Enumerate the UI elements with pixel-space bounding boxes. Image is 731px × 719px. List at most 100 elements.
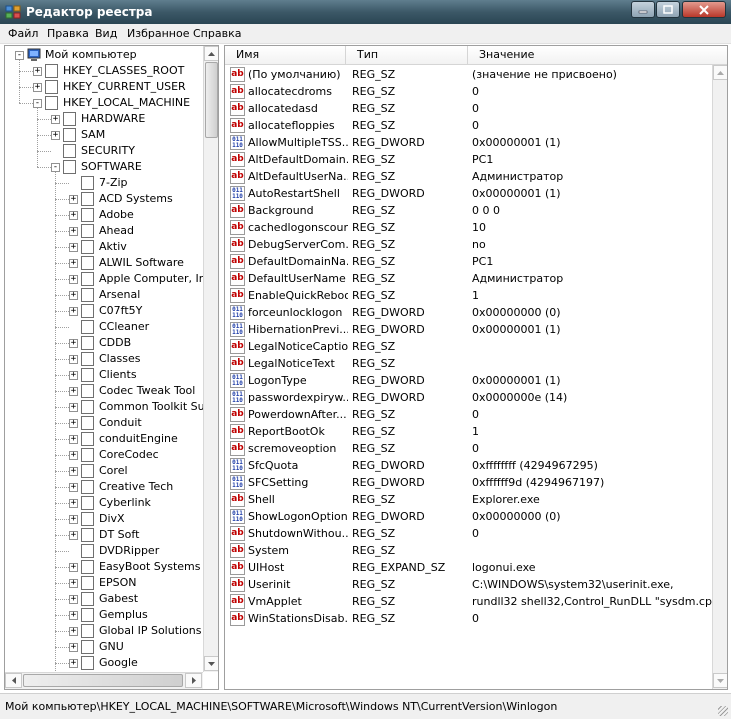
expand-icon[interactable]: + xyxy=(69,483,78,492)
value-row[interactable]: ab allocatedasd REG_SZ 0 xyxy=(225,100,715,117)
expand-icon[interactable]: + xyxy=(69,499,78,508)
expand-icon[interactable]: + xyxy=(33,83,42,92)
expand-icon[interactable]: + xyxy=(51,115,60,124)
resize-grip-icon[interactable] xyxy=(718,706,728,716)
expand-icon[interactable]: + xyxy=(69,275,78,284)
tree-item[interactable]: + CoreCodec xyxy=(5,447,203,463)
values-scroll-up-button[interactable] xyxy=(713,65,727,80)
tree-item[interactable]: - HKEY_LOCAL_MACHINE xyxy=(5,95,203,111)
tree-item[interactable]: - Мой компьютер xyxy=(5,47,203,63)
value-row[interactable]: ab Background REG_SZ 0 0 0 xyxy=(225,202,715,219)
expand-icon[interactable]: + xyxy=(69,659,78,668)
tree-item[interactable]: + Google xyxy=(5,655,203,671)
tree-item[interactable]: CCleaner xyxy=(5,319,203,335)
tree-item[interactable]: DVDRipper xyxy=(5,543,203,559)
tree-hscroll-thumb[interactable] xyxy=(23,674,183,687)
tree-item[interactable]: + ALWIL Software xyxy=(5,255,203,271)
value-row[interactable]: ab AltDefaultDomain... REG_SZ PC1 xyxy=(225,151,715,168)
tree-item[interactable]: + Cyberlink xyxy=(5,495,203,511)
values-vertical-scrollbar[interactable] xyxy=(712,65,727,689)
value-row[interactable]: ab allocatecdroms REG_SZ 0 xyxy=(225,83,715,100)
value-row[interactable]: ab scremoveoption REG_SZ 0 xyxy=(225,440,715,457)
value-row[interactable]: 011 110 ShowLogonOptions REG_DWORD 0x000000… xyxy=(225,508,715,525)
value-row[interactable]: ab AltDefaultUserNa... REG_SZ Администратор xyxy=(225,168,715,185)
tree-scroll-up-button[interactable] xyxy=(204,46,218,61)
tree-scroll-left-button[interactable] xyxy=(5,673,22,688)
collapse-icon[interactable]: - xyxy=(15,51,24,60)
expand-icon[interactable]: + xyxy=(69,307,78,316)
value-row[interactable]: ab DefaultDomainNa... REG_SZ PC1 xyxy=(225,253,715,270)
expand-icon[interactable]: + xyxy=(69,595,78,604)
title-bar[interactable]: Редактор реестра xyxy=(0,0,731,24)
value-row[interactable]: ab System REG_SZ xyxy=(225,542,715,559)
tree-scroll-down-button[interactable] xyxy=(204,656,218,671)
tree-item[interactable]: + Classes xyxy=(5,351,203,367)
column-header-data[interactable]: Значение xyxy=(468,46,727,65)
tree-item[interactable]: + Corel xyxy=(5,463,203,479)
tree-item[interactable]: + EPSON xyxy=(5,575,203,591)
tree-item[interactable]: + Ahead xyxy=(5,223,203,239)
values-scroll-down-button[interactable] xyxy=(713,673,727,688)
value-row[interactable]: ab DebugServerCom... REG_SZ no xyxy=(225,236,715,253)
tree-item[interactable]: + CDDB xyxy=(5,335,203,351)
tree-item[interactable]: + Codec Tweak Tool xyxy=(5,383,203,399)
value-row[interactable]: ab allocatefloppies REG_SZ 0 xyxy=(225,117,715,134)
tree-item[interactable]: + DivX xyxy=(5,511,203,527)
expand-icon[interactable]: + xyxy=(69,579,78,588)
tree-item[interactable]: + Gemplus xyxy=(5,607,203,623)
tree-item[interactable]: + Conduit xyxy=(5,415,203,431)
expand-icon[interactable]: + xyxy=(69,515,78,524)
tree-item[interactable]: + Adobe xyxy=(5,207,203,223)
value-row[interactable]: 011 110 passwordexpiryw... REG_DWORD 0x0000… xyxy=(225,389,715,406)
tree-item[interactable]: + Global IP Solutions xyxy=(5,623,203,639)
tree-vertical-scrollbar[interactable] xyxy=(203,46,218,672)
expand-icon[interactable]: + xyxy=(69,611,78,620)
expand-icon[interactable]: + xyxy=(69,467,78,476)
tree-item[interactable]: + Arsenal xyxy=(5,287,203,303)
tree-scroll-thumb[interactable] xyxy=(205,62,218,138)
menu-edit[interactable]: Правка xyxy=(45,26,91,41)
expand-icon[interactable]: + xyxy=(69,563,78,572)
value-row[interactable]: ab VmApplet REG_SZ rundll32 shell32,Control… xyxy=(225,593,715,610)
value-row[interactable]: 011 110 forceunlocklogon REG_DWORD 0x000000… xyxy=(225,304,715,321)
value-row[interactable]: 011 110 AllowMultipleTSS... REG_DWORD 0x000… xyxy=(225,134,715,151)
expand-icon[interactable]: + xyxy=(69,291,78,300)
expand-icon[interactable]: + xyxy=(33,67,42,76)
tree-item[interactable]: + C07ft5Y xyxy=(5,303,203,319)
tree-item[interactable]: SECURITY xyxy=(5,143,203,159)
expand-icon[interactable]: + xyxy=(69,419,78,428)
expand-icon[interactable]: + xyxy=(69,355,78,364)
values-list-pane[interactable]: Имя Тип Значение ab (По умолчанию) REG_SZ(… xyxy=(224,45,728,690)
tree-item[interactable]: + Gabest xyxy=(5,591,203,607)
minimize-button[interactable] xyxy=(631,1,655,18)
tree-item[interactable]: + HKEY_CLASSES_ROOT xyxy=(5,63,203,79)
tree-horizontal-scrollbar[interactable] xyxy=(5,672,203,689)
tree-item[interactable]: + SAM xyxy=(5,127,203,143)
value-row[interactable]: ab LegalNoticeCaption REG_SZ xyxy=(225,338,715,355)
collapse-icon[interactable]: - xyxy=(33,99,42,108)
tree-scroll-right-button[interactable] xyxy=(185,673,202,688)
value-row[interactable]: 011 110 AutoRestartShell REG_DWORD 0x000000… xyxy=(225,185,715,202)
value-row[interactable]: ab Shell REG_SZ Explorer.exe xyxy=(225,491,715,508)
menu-favorites[interactable]: Избранное xyxy=(125,26,191,41)
tree-item[interactable]: + DT Soft xyxy=(5,527,203,543)
value-row[interactable]: ab Userinit REG_SZ C:\WINDOWS\system32\user… xyxy=(225,576,715,593)
tree-item[interactable]: + conduitEngine xyxy=(5,431,203,447)
tree-item[interactable]: + Aktiv xyxy=(5,239,203,255)
value-row[interactable]: ab (По умолчанию) REG_SZ (значение не присв… xyxy=(225,66,715,83)
value-row[interactable]: ab DefaultUserName REG_SZ Администратор xyxy=(225,270,715,287)
tree-item[interactable]: + GNU xyxy=(5,639,203,655)
value-row[interactable]: ab PowerdownAfter... REG_SZ 0 xyxy=(225,406,715,423)
expand-icon[interactable]: + xyxy=(69,339,78,348)
value-row[interactable]: ab LegalNoticeText REG_SZ xyxy=(225,355,715,372)
tree-item[interactable]: + HARDWARE xyxy=(5,111,203,127)
expand-icon[interactable]: + xyxy=(69,643,78,652)
value-row[interactable]: 011 110 LogonType REG_DWORD 0x00000001 (1) xyxy=(225,372,715,389)
menu-view[interactable]: Вид xyxy=(93,26,119,41)
tree-item[interactable]: - SOFTWARE xyxy=(5,159,203,175)
expand-icon[interactable]: + xyxy=(69,531,78,540)
menu-help[interactable]: Справка xyxy=(191,26,243,41)
value-row[interactable]: 011 110 HibernationPrevi... REG_DWORD 0x000… xyxy=(225,321,715,338)
value-row[interactable]: ab ReportBootOk REG_SZ 1 xyxy=(225,423,715,440)
value-row[interactable]: ab WinStationsDisab... REG_SZ 0 xyxy=(225,610,715,627)
